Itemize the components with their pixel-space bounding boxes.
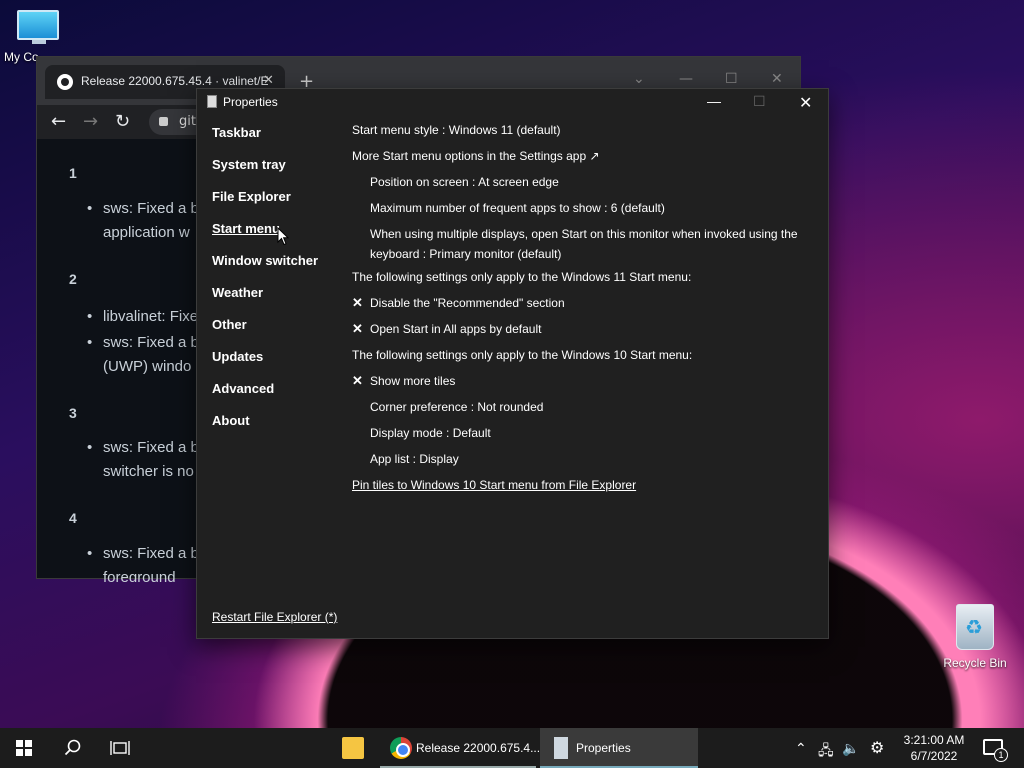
release-number: 3 (69, 405, 77, 421)
browser-tab-title: Release 22000.675.45.4 · valinet/E (81, 74, 269, 88)
sidebar-item-about[interactable]: About (212, 413, 318, 445)
sidebar-item-system-tray[interactable]: System tray (212, 157, 318, 189)
option-disable-recommended[interactable]: ✕ Disable the "Recommended" section (352, 296, 802, 322)
desktop-icon-label: Recycle Bin (943, 656, 1007, 670)
option-label: Disable the "Recommended" section (370, 296, 565, 310)
option-label: Open Start in All apps by default (370, 322, 542, 336)
chrome-icon (390, 737, 412, 759)
window-title: Properties (223, 95, 278, 109)
restart-explorer-link[interactable]: Restart File Explorer (*) (212, 610, 337, 624)
settings-gear-icon[interactable]: ⚙ (870, 738, 884, 758)
search-button[interactable] (52, 728, 92, 768)
desktop-icon-recycle-bin[interactable]: Recycle Bin (938, 604, 1012, 670)
clock-date: 6/7/2022 (910, 749, 958, 763)
sidebar-item-taskbar[interactable]: Taskbar (212, 125, 318, 157)
mouse-cursor-icon (277, 227, 289, 246)
close-icon[interactable]: ✕ (799, 93, 812, 113)
option-display-mode[interactable]: Display mode : Default (352, 426, 802, 452)
minimize-icon[interactable]: — (679, 71, 693, 87)
sidebar-item-window-switcher[interactable]: Window switcher (212, 253, 318, 285)
network-icon[interactable]: 🖧 (818, 740, 834, 764)
maximize-icon[interactable]: ☐ (725, 71, 738, 87)
lock-icon (159, 117, 168, 126)
search-icon (64, 739, 81, 756)
check-icon: ✕ (352, 373, 363, 388)
option-app-list[interactable]: App list : Display (352, 452, 802, 478)
option-label: Show more tiles (370, 374, 456, 388)
sidebar-item-advanced[interactable]: Advanced (212, 381, 318, 413)
minimize-icon[interactable]: — (707, 93, 721, 109)
sidebar-item-updates[interactable]: Updates (212, 349, 318, 381)
check-icon: ✕ (352, 295, 363, 310)
back-icon[interactable]: ← (51, 111, 66, 132)
notification-count-badge: 1 (994, 748, 1008, 762)
sidebar-item-start-menu[interactable]: Start menu (212, 221, 318, 253)
properties-app-icon (554, 737, 568, 759)
option-corner-preference[interactable]: Corner preference : Not rounded (352, 400, 802, 426)
release-number: 4 (69, 510, 77, 526)
option-multiple-displays[interactable]: When using multiple displays, open Start… (352, 224, 802, 270)
clock-time: 3:21:00 AM (903, 733, 965, 747)
section-header-win10: The following settings only apply to the… (352, 348, 693, 362)
taskbar-app-label: Properties (576, 741, 631, 755)
options-list: Start menu style : Windows 11 (default) … (352, 123, 802, 504)
option-show-more-tiles[interactable]: ✕ Show more tiles (352, 374, 802, 400)
list-item: sws: Fixed a b (UWP) windo (87, 331, 207, 379)
release-number: 2 (69, 271, 77, 287)
section-header-win11: The following settings only apply to the… (352, 270, 692, 284)
sidebar-item-other[interactable]: Other (212, 317, 318, 349)
chevron-down-icon[interactable]: ⌄ (633, 71, 645, 87)
maximize-icon[interactable]: ☐ (753, 93, 766, 110)
app-icon (207, 95, 217, 108)
sidebar: Taskbar System tray File Explorer Start … (212, 125, 318, 445)
taskbar-app-file-explorer[interactable] (332, 728, 376, 768)
chevron-up-icon[interactable]: ⌃ (795, 740, 807, 757)
system-clock[interactable]: 3:21:00 AM 6/7/2022 (900, 732, 968, 764)
option-position-on-screen[interactable]: Position on screen : At screen edge (352, 175, 802, 201)
list-item: sws: Fixed a b switcher is no (87, 436, 207, 484)
tab-close-icon[interactable]: ✕ (263, 73, 274, 88)
option-open-all-apps[interactable]: ✕ Open Start in All apps by default (352, 322, 802, 348)
github-icon (57, 74, 73, 90)
task-view-icon (110, 741, 130, 755)
option-start-menu-style[interactable]: Start menu style : Windows 11 (default) (352, 123, 802, 149)
taskbar: Release 22000.675.4... Properties ⌃ 🖧 🔈 … (0, 728, 1024, 768)
taskbar-app-chrome[interactable]: Release 22000.675.4... (380, 728, 540, 768)
start-button[interactable] (0, 728, 48, 768)
computer-icon (17, 10, 61, 46)
properties-window[interactable]: Properties — ☐ ✕ Taskbar System tray Fil… (196, 88, 829, 639)
folder-icon (342, 737, 364, 759)
list-item: sws: Fixed a b application w (87, 197, 207, 245)
taskbar-app-label: Release 22000.675.4... (416, 741, 541, 755)
option-settings-app-link[interactable]: More Start menu options in the Settings … (352, 149, 802, 175)
forward-icon[interactable]: → (83, 111, 98, 132)
check-icon: ✕ (352, 321, 363, 336)
recycle-bin-icon (956, 604, 994, 650)
pin-tiles-link[interactable]: Pin tiles to Windows 10 Start menu from … (352, 478, 802, 504)
sidebar-item-file-explorer[interactable]: File Explorer (212, 189, 318, 221)
close-icon[interactable]: ✕ (771, 71, 783, 87)
reload-icon[interactable]: ↻ (115, 111, 130, 132)
taskbar-app-properties[interactable]: Properties (540, 728, 698, 768)
list-item: sws: Fixed a b foreground (87, 542, 207, 582)
list-item: libvalinet: Fixe (87, 305, 207, 329)
sidebar-item-weather[interactable]: Weather (212, 285, 318, 317)
volume-icon[interactable]: 🔈 (842, 740, 859, 757)
address-text: git (179, 114, 196, 129)
task-view-button[interactable] (100, 728, 140, 768)
windows-logo-icon (16, 740, 32, 756)
release-number: 1 (69, 165, 77, 181)
